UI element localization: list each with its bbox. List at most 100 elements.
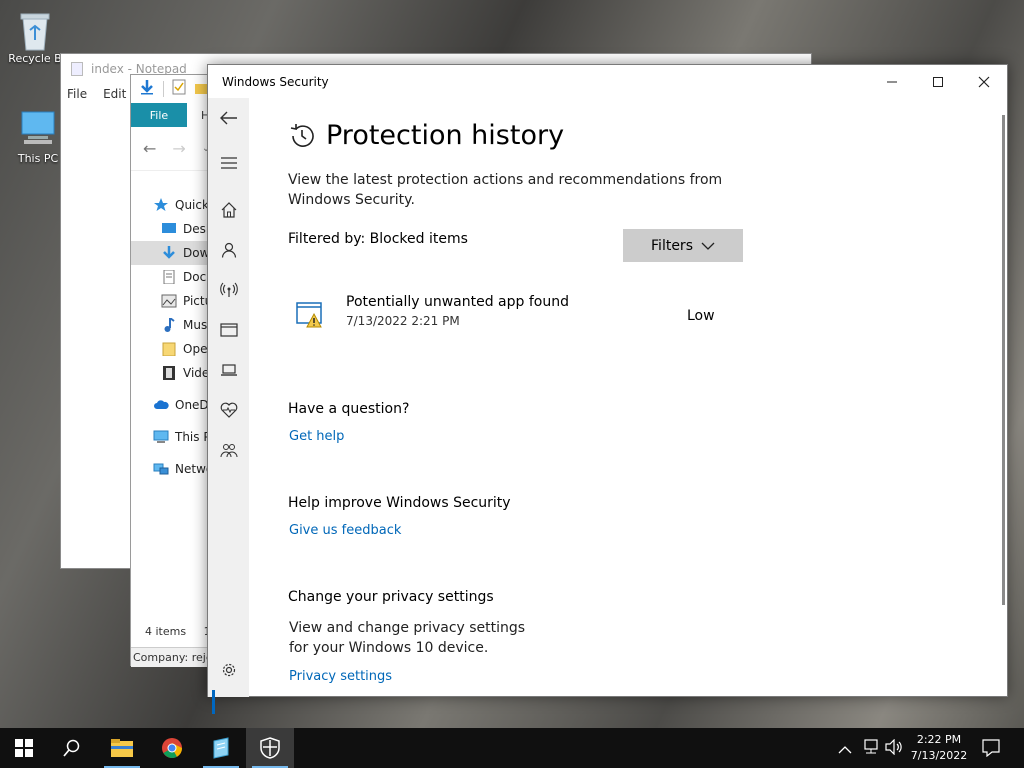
- notification-icon: [982, 739, 1000, 758]
- new-folder-icon[interactable]: [194, 80, 208, 99]
- network-status[interactable]: [862, 739, 880, 759]
- shield-icon: [260, 737, 280, 759]
- nav-settings[interactable]: [208, 654, 249, 686]
- system-clock[interactable]: 2:22 PM 7/13/2022: [906, 732, 972, 764]
- feedback-link[interactable]: Give us feedback: [289, 523, 401, 538]
- laptop-icon: [220, 364, 237, 376]
- page-description: View the latest protection actions and r…: [288, 172, 723, 208]
- show-hidden-icons-button[interactable]: [838, 740, 852, 759]
- minimize-icon: [887, 81, 897, 82]
- network-icon: [864, 739, 878, 754]
- tree-item-label: Vide: [183, 366, 210, 380]
- filter-status: Filtered by: Blocked items: [288, 231, 468, 247]
- nav-firewall[interactable]: [208, 274, 249, 306]
- active-indicator: [212, 690, 215, 714]
- history-clock-icon: [290, 123, 314, 147]
- tree-item-label: This P: [175, 430, 211, 444]
- app-warning-icon: [296, 300, 332, 336]
- home-icon: [221, 202, 236, 218]
- privacy-description: View and change privacy settings for you…: [289, 620, 526, 656]
- chevron-up-icon: [838, 746, 852, 754]
- wireless-antenna-icon: [219, 282, 238, 297]
- folder-icon: [111, 739, 133, 757]
- forward-arrow-icon[interactable]: →: [172, 139, 185, 158]
- network-icon: [153, 462, 169, 476]
- close-button[interactable]: [961, 65, 1007, 98]
- taskbar: 2:22 PM 7/13/2022: [0, 728, 1024, 768]
- ribbon-tab-file[interactable]: File: [131, 103, 187, 127]
- nav-home[interactable]: [208, 194, 249, 226]
- pictures-icon: [161, 294, 177, 308]
- menu-button[interactable]: [208, 147, 249, 179]
- recycle-bin-icon: [15, 8, 55, 51]
- heart-pulse-icon: [220, 402, 237, 418]
- windows-logo-icon: [15, 739, 33, 757]
- taskbar-chrome[interactable]: [148, 728, 196, 768]
- history-item[interactable]: Potentially unwanted app found 7/13/2022…: [296, 294, 746, 344]
- taskbar-windows-security[interactable]: [246, 728, 294, 768]
- windows-security-window[interactable]: Windows Security Protection history View…: [207, 64, 1008, 714]
- start-button[interactable]: [0, 728, 48, 768]
- close-icon: [978, 76, 990, 87]
- get-help-link[interactable]: Get help: [289, 429, 344, 444]
- video-icon: [161, 366, 177, 380]
- back-button[interactable]: [208, 102, 249, 134]
- notepad-menu-edit[interactable]: Edit: [103, 87, 126, 101]
- back-arrow-icon[interactable]: ←: [143, 139, 156, 158]
- maximize-button[interactable]: [915, 65, 961, 98]
- person-icon: [221, 242, 236, 258]
- app-window-icon: [219, 323, 238, 337]
- music-icon: [161, 317, 177, 332]
- volume-control[interactable]: [885, 738, 903, 759]
- nav-family-options[interactable]: [208, 434, 249, 466]
- search-button[interactable]: [48, 728, 96, 768]
- windows-security-titlebar[interactable]: Windows Security: [208, 65, 1007, 98]
- chevron-down-icon: [701, 242, 715, 250]
- search-icon: [63, 739, 80, 757]
- notepad-menu-file[interactable]: File: [67, 87, 87, 101]
- properties-icon[interactable]: [172, 79, 186, 99]
- tree-item-label: Quick: [175, 198, 209, 212]
- taskbar-notepad[interactable]: [197, 728, 245, 768]
- family-icon: [220, 444, 237, 458]
- cloud-icon: [153, 398, 169, 412]
- speaker-icon: [885, 738, 902, 756]
- notepad-icon: [213, 737, 229, 759]
- improve-heading: Help improve Windows Security: [288, 495, 511, 511]
- ribbon-tab-home[interactable]: H: [187, 109, 209, 122]
- nav-account-protection[interactable]: [208, 234, 249, 266]
- filters-button[interactable]: Filters: [623, 229, 743, 262]
- download-icon: [161, 246, 177, 260]
- history-item-date: 7/13/2022 2:21 PM: [346, 314, 460, 328]
- filters-label: Filters: [651, 237, 693, 254]
- taskbar-file-explorer[interactable]: [98, 728, 146, 768]
- gear-icon: [222, 663, 235, 677]
- question-heading: Have a question?: [288, 401, 410, 417]
- desktop-folder-icon: [161, 222, 177, 236]
- nav-device-performance[interactable]: [208, 394, 249, 426]
- folder-icon: [161, 342, 177, 357]
- item-count: 4 items: [145, 625, 187, 638]
- clock-time: 2:22 PM: [916, 733, 962, 746]
- notepad-icon: [71, 61, 83, 76]
- notifications-button[interactable]: [982, 739, 1000, 761]
- history-item-title: Potentially unwanted app found: [346, 294, 569, 310]
- privacy-settings-link[interactable]: Privacy settings: [289, 669, 392, 684]
- chrome-icon: [162, 738, 183, 758]
- star-icon: [153, 198, 169, 212]
- severity-level: Low: [687, 308, 715, 324]
- minimize-button[interactable]: [869, 65, 915, 98]
- page-title: Protection history: [288, 120, 564, 151]
- nav-device-security[interactable]: [208, 354, 249, 386]
- status-bar: 4 items 1: [145, 625, 211, 638]
- navigation-sidebar: [208, 98, 249, 714]
- nav-app-browser-control[interactable]: [208, 314, 249, 346]
- clock-date: 7/13/2022: [910, 749, 968, 762]
- computer-icon: [153, 430, 169, 444]
- computer-icon: [18, 108, 58, 148]
- window-title: Windows Security: [222, 74, 329, 89]
- hamburger-menu-icon: [220, 157, 237, 169]
- document-icon: [161, 269, 177, 285]
- download-arrow-icon[interactable]: [139, 79, 155, 99]
- scrollbar[interactable]: [1002, 115, 1005, 605]
